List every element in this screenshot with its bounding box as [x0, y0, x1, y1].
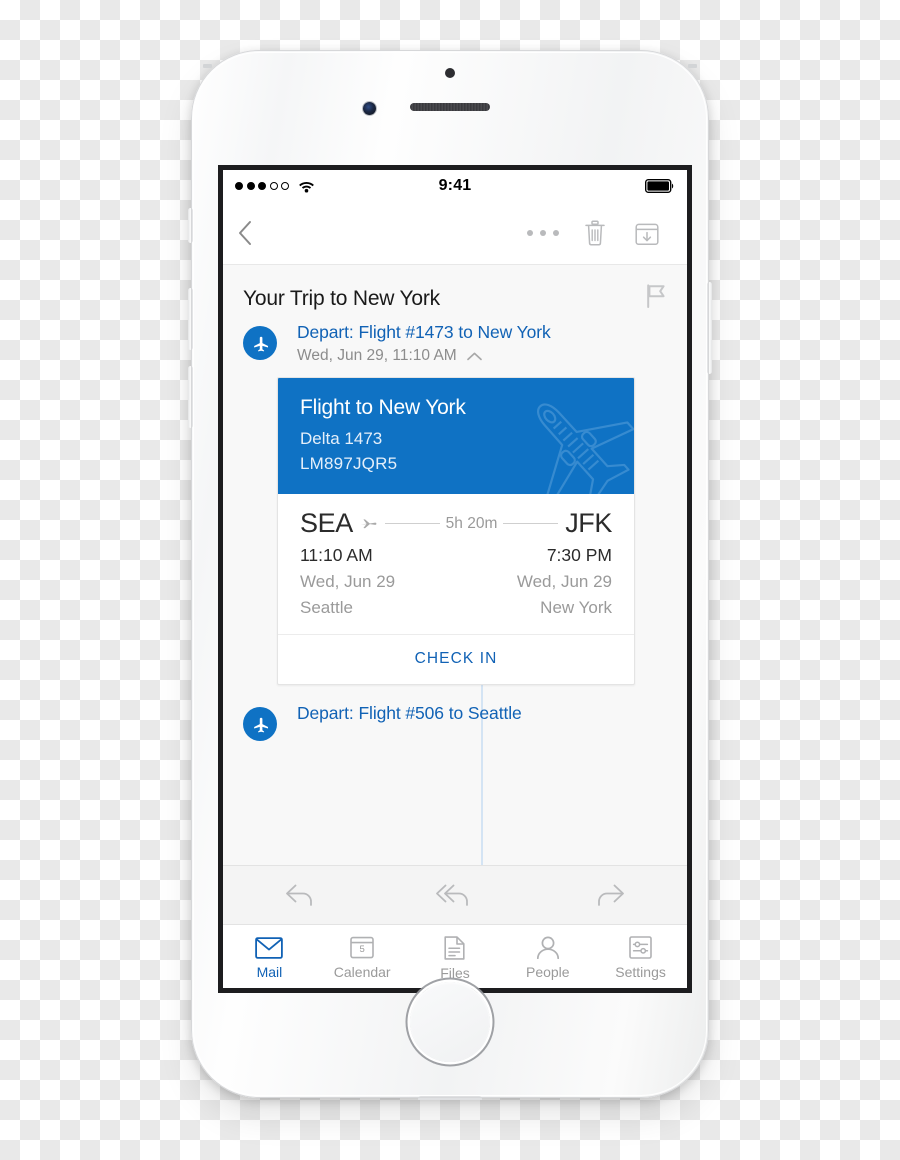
- tab-label: Settings: [615, 964, 666, 980]
- message-nav-bar: [223, 202, 687, 265]
- forward-button[interactable]: [532, 882, 687, 908]
- home-button[interactable]: [410, 982, 490, 1062]
- depart-date: Wed, Jun 29: [300, 572, 396, 591]
- cellular-signal-icon: [235, 182, 289, 190]
- origin-city: Seattle: [300, 598, 353, 617]
- flight-badge-icon: [243, 326, 277, 360]
- itinerary-entry[interactable]: Depart: Flight #506 to Seattle: [223, 703, 687, 741]
- front-camera-icon: [363, 102, 376, 115]
- tab-mail[interactable]: Mail: [223, 936, 316, 980]
- route-duration-group: 5h 20m: [353, 515, 565, 533]
- proximity-sensor-icon: [445, 68, 455, 78]
- route-dash-right: [503, 522, 559, 525]
- message-content: Your Trip to New York Depart: Flight #14…: [223, 265, 687, 865]
- battery-full-icon: [645, 179, 675, 193]
- tab-calendar[interactable]: 5 Calendar: [316, 936, 409, 980]
- ellipsis-icon: [527, 230, 533, 236]
- antenna-band-right: [688, 64, 697, 68]
- archive-down-icon: [635, 223, 659, 245]
- reply-button[interactable]: [223, 882, 378, 908]
- destination-city: New York: [540, 598, 612, 617]
- status-bar: 9:41: [223, 170, 687, 202]
- route-dash-left: [384, 522, 440, 525]
- page-title: Your Trip to New York: [243, 286, 440, 310]
- entry-subtitle: Wed, Jun 29, 11:10 AM: [297, 347, 667, 365]
- calendar-day-number: 5: [359, 944, 365, 955]
- forward-arrow-icon: [597, 884, 624, 906]
- check-in-label: CHECK IN: [414, 650, 498, 667]
- tab-bar: Mail 5 Calendar Files People Settings: [223, 924, 687, 988]
- bottom-speaker: [418, 1096, 482, 1100]
- times-row: 11:10 AM 7:30 PM: [300, 545, 612, 566]
- reply-all-arrow-icon: [436, 884, 468, 906]
- earpiece-speaker: [410, 103, 490, 111]
- subject-row: Your Trip to New York: [223, 265, 687, 322]
- tab-settings[interactable]: Settings: [594, 936, 687, 980]
- power-button[interactable]: [707, 282, 712, 374]
- check-in-button[interactable]: CHECK IN: [278, 634, 634, 684]
- archive-button[interactable]: [621, 219, 673, 247]
- sliders-icon: [629, 936, 652, 959]
- itinerary-entry[interactable]: Depart: Flight #1473 to New York Wed, Ju…: [223, 322, 687, 365]
- tab-label: People: [525, 964, 570, 980]
- flight-airline: Delta 1473: [300, 429, 383, 448]
- tab-label: Calendar: [333, 964, 391, 980]
- dates-row: Wed, Jun 29 Wed, Jun 29: [300, 572, 612, 592]
- back-button[interactable]: [237, 219, 275, 247]
- reply-arrow-icon: [286, 884, 313, 906]
- entry-datetime: Wed, Jun 29, 11:10 AM: [297, 347, 457, 364]
- flight-confirmation-code: LM897JQR5: [300, 454, 398, 473]
- wifi-icon: [299, 181, 314, 192]
- delete-button[interactable]: [569, 219, 621, 247]
- reply-all-button[interactable]: [378, 882, 533, 908]
- destination-airport-code: JFK: [565, 508, 612, 538]
- airplane-icon: [253, 336, 268, 351]
- flag-icon: [647, 284, 665, 308]
- reply-toolbar: [223, 865, 687, 924]
- airplane-icon: [253, 717, 268, 732]
- flight-duration: 5h 20m: [445, 514, 498, 532]
- volume-up-button[interactable]: [188, 288, 193, 350]
- flight-card-body: SEA 5h 20m JFK 11:10 AM 7:30 PM Wed, Jun…: [278, 494, 634, 634]
- tab-files[interactable]: Files: [409, 935, 502, 981]
- entry-title[interactable]: Depart: Flight #1473 to New York: [297, 322, 667, 343]
- status-time: 9:41: [438, 177, 472, 194]
- envelope-icon: [255, 936, 284, 959]
- chevron-left-icon: [239, 221, 251, 245]
- flight-card-title: Flight to New York: [300, 396, 466, 419]
- entry-title[interactable]: Depart: Flight #506 to Seattle: [297, 703, 667, 724]
- flight-card[interactable]: Flight to New York Delta 1473 LM897JQR5 …: [277, 377, 635, 685]
- more-options-button[interactable]: [517, 230, 569, 236]
- route-row: SEA 5h 20m JFK: [300, 508, 612, 539]
- phone-device-frame: 9:41 Your Trip to New York Depart: Fligh…: [188, 50, 712, 1100]
- person-icon: [536, 936, 559, 959]
- arrive-time: 7:30 PM: [546, 545, 612, 565]
- flight-card-header: Flight to New York Delta 1473 LM897JQR5: [278, 378, 634, 494]
- airplane-small-icon: [360, 518, 377, 528]
- chevron-up-icon[interactable]: [466, 351, 483, 362]
- cities-row: Seattle New York: [300, 598, 612, 618]
- tab-label: Mail: [256, 963, 283, 980]
- flag-button[interactable]: [645, 283, 667, 314]
- trash-icon: [585, 220, 605, 246]
- flight-badge-icon: [243, 707, 277, 741]
- depart-time: 11:10 AM: [300, 545, 373, 565]
- mute-switch[interactable]: [188, 208, 193, 243]
- tab-label: Files: [440, 964, 470, 981]
- origin-airport-code: SEA: [300, 508, 353, 538]
- phone-screen: 9:41 Your Trip to New York Depart: Fligh…: [218, 165, 692, 993]
- tab-people[interactable]: People: [501, 936, 594, 980]
- arrive-date: Wed, Jun 29: [516, 572, 612, 591]
- document-icon: [444, 935, 466, 960]
- volume-down-button[interactable]: [188, 366, 193, 428]
- antenna-band-left: [203, 64, 212, 68]
